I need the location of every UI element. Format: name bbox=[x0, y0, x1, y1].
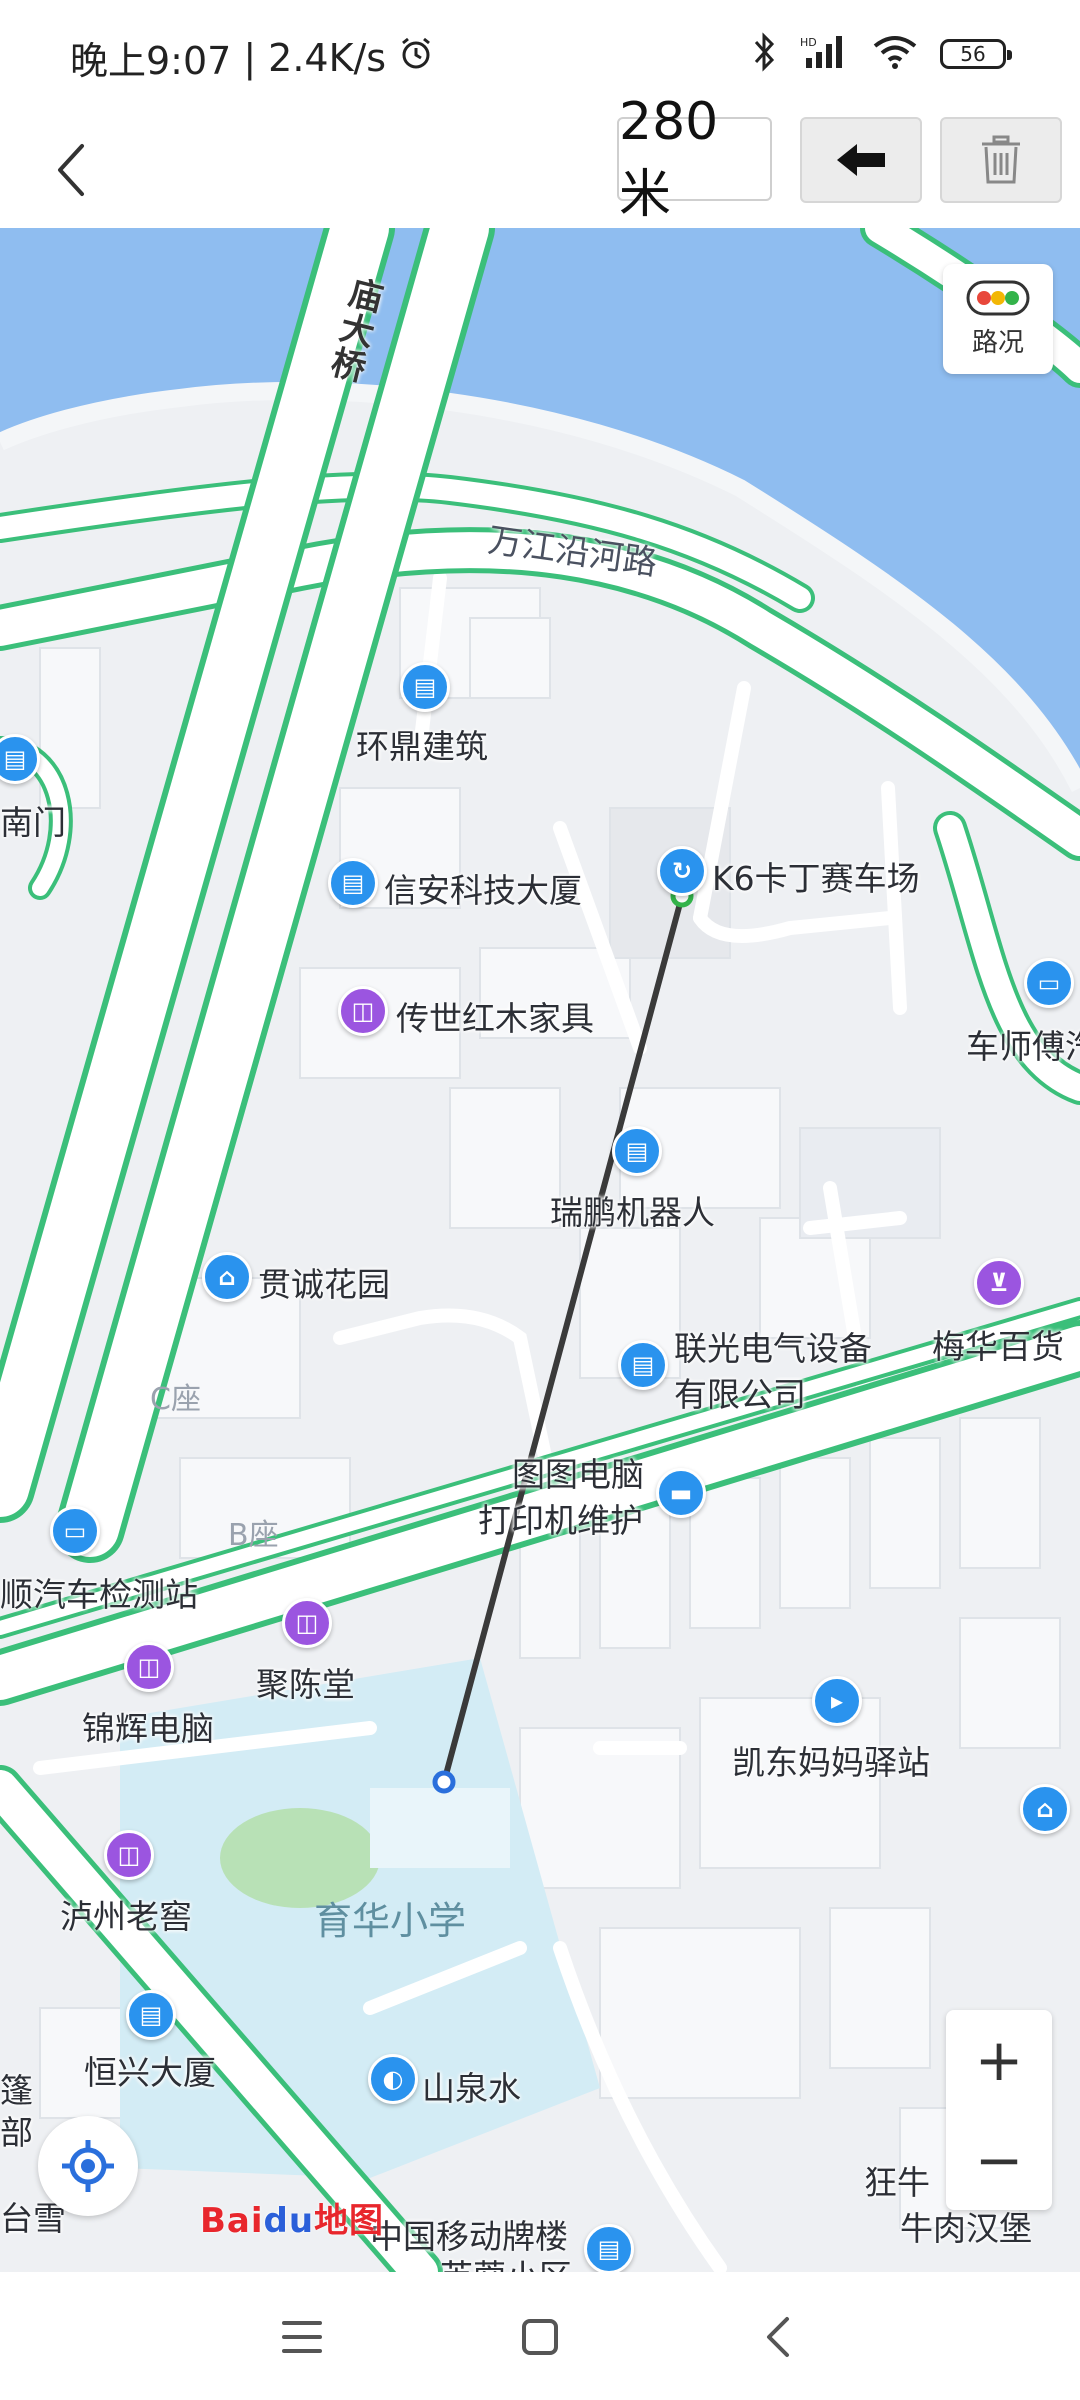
delivery-truck-icon[interactable]: ▸ bbox=[812, 1676, 862, 1726]
poi-label-juchen[interactable]: 聚陈堂 bbox=[256, 1658, 355, 1706]
menu-button[interactable] bbox=[262, 2302, 342, 2372]
shopping-bag-icon[interactable]: ◫ bbox=[104, 1830, 154, 1880]
zoom-in-button[interactable]: + bbox=[946, 2010, 1052, 2110]
poi-label-lianguang-1[interactable]: 联光电气设备 bbox=[674, 1322, 872, 1370]
bluetooth-icon bbox=[750, 32, 778, 76]
poi-label-bottom-cut: 芙蓉小区 bbox=[440, 2250, 572, 2272]
locate-target-icon bbox=[62, 2140, 114, 2192]
traffic-toggle-button[interactable]: 路况 bbox=[943, 264, 1053, 374]
poi-label-left-cut-2: 部 bbox=[0, 2113, 33, 2152]
logo-du: du bbox=[263, 2201, 315, 2241]
baidu-map-logo: Baidu地图 bbox=[200, 2193, 384, 2242]
undo-arrow-icon bbox=[837, 144, 885, 176]
building-icon[interactable]: ▤ bbox=[584, 2224, 634, 2272]
building-icon[interactable]: ▤ bbox=[126, 1990, 176, 2040]
school-label: 育华小学 bbox=[314, 1899, 467, 1943]
trash-icon bbox=[982, 135, 1020, 184]
poi-label-ruipeng[interactable]: 瑞鹏机器人 bbox=[550, 1186, 715, 1234]
status-separator: | bbox=[243, 35, 257, 80]
zone-label-b: B座 bbox=[228, 1518, 279, 1553]
building-icon[interactable]: ▤ bbox=[400, 662, 450, 712]
home-button[interactable] bbox=[500, 2302, 580, 2372]
house-icon[interactable]: ⌂ bbox=[202, 1252, 252, 1302]
poi-label-meihua[interactable]: 梅华百货 bbox=[932, 1320, 1064, 1368]
home-square-icon bbox=[522, 2319, 558, 2355]
poi-label-left-cut-1: 篷 bbox=[0, 2071, 33, 2110]
svg-text:HD: HD bbox=[800, 36, 817, 49]
poi-label-shanquan[interactable]: 山泉水 bbox=[422, 2062, 521, 2110]
poi-label-kaidong[interactable]: 凯东妈妈驿站 bbox=[732, 1736, 930, 1784]
shopping-bag-icon[interactable]: ◫ bbox=[338, 986, 388, 1036]
system-back-button[interactable] bbox=[738, 2302, 818, 2372]
building-icon[interactable]: ▤ bbox=[328, 858, 378, 908]
kart-icon[interactable]: ↻ bbox=[657, 846, 707, 896]
traffic-label: 路况 bbox=[971, 327, 1024, 358]
computer-repair-icon[interactable]: ▬ bbox=[656, 1468, 706, 1518]
logo-bai: Bai bbox=[200, 2201, 264, 2241]
poi-label-kuangniu-1[interactable]: 狂牛 bbox=[864, 2156, 930, 2204]
status-net-speed: 2.4K/s bbox=[268, 35, 387, 80]
poi-label-cheshi[interactable]: 车师傅汽 bbox=[966, 1020, 1080, 1068]
distance-display: 280米 bbox=[617, 92, 772, 225]
back-button[interactable] bbox=[32, 130, 112, 210]
poi-label-tutu-2[interactable]: 打印机维护 bbox=[478, 1494, 643, 1542]
battery-level: 56 bbox=[960, 42, 986, 66]
wifi-icon bbox=[872, 34, 918, 74]
poi-label-hengxing[interactable]: 恒兴大厦 bbox=[84, 2046, 216, 2094]
app-root: 晚上9:07 | 2.4K/s HD 56 280米 万江沿河路 庙大桥 C座 … bbox=[0, 0, 1080, 2400]
poi-label-nanmen[interactable]: 南门 bbox=[0, 796, 66, 844]
signal-icon: HD bbox=[800, 34, 850, 74]
poi-label-k6[interactable]: K6卡丁赛车场 bbox=[712, 852, 920, 900]
poi-label-huanding[interactable]: 环鼎建筑 bbox=[356, 720, 488, 768]
car-icon[interactable]: ▭ bbox=[50, 1506, 100, 1556]
poi-label-chuanshi[interactable]: 传世红木家具 bbox=[396, 992, 594, 1040]
status-time: 晚上9:07 bbox=[70, 39, 232, 83]
zone-label-c: C座 bbox=[150, 1382, 201, 1417]
system-nav-bar bbox=[0, 2272, 1080, 2400]
poi-label-shun[interactable]: 顺汽车检测站 bbox=[0, 1568, 198, 1616]
measure-toolbar: 280米 bbox=[0, 92, 1080, 228]
poi-label-tutu-1[interactable]: 图图电脑 bbox=[512, 1448, 644, 1496]
shopping-bag-icon[interactable]: ◫ bbox=[282, 1598, 332, 1648]
poi-label-guancheng[interactable]: 贯诚花园 bbox=[258, 1258, 390, 1306]
status-left: 晚上9:07 | 2.4K/s bbox=[70, 30, 434, 85]
house-icon[interactable]: ⌂ bbox=[1020, 1784, 1070, 1834]
back-triangle-icon bbox=[767, 2317, 789, 2357]
alarm-icon bbox=[398, 35, 434, 80]
logo-ditu: 地图 bbox=[314, 2201, 385, 2241]
undo-button[interactable] bbox=[800, 117, 922, 203]
poi-label-luzhou[interactable]: 泸州老窖 bbox=[60, 1890, 192, 1938]
zoom-out-button[interactable]: − bbox=[946, 2110, 1052, 2210]
building-icon[interactable]: ▤ bbox=[612, 1126, 662, 1176]
poi-label-jinhui[interactable]: 锦辉电脑 bbox=[82, 1702, 214, 1750]
measure-start-marker bbox=[432, 1770, 456, 1794]
car-icon[interactable]: ▭ bbox=[1024, 958, 1074, 1008]
shopping-cart-icon[interactable]: ⊻ bbox=[974, 1258, 1024, 1308]
status-right: HD 56 bbox=[750, 32, 1012, 76]
shopping-bag-icon[interactable]: ◫ bbox=[124, 1642, 174, 1692]
battery-icon: 56 bbox=[940, 39, 1012, 69]
water-drop-icon[interactable]: ◐ bbox=[368, 2054, 418, 2104]
status-bar: 晚上9:07 | 2.4K/s HD 56 bbox=[0, 0, 1080, 112]
locate-button[interactable] bbox=[38, 2116, 138, 2216]
back-chevron-icon bbox=[58, 144, 84, 196]
zoom-control: + − bbox=[946, 2010, 1052, 2210]
poi-label-lianguang-2[interactable]: 有限公司 bbox=[674, 1368, 806, 1416]
traffic-light-icon bbox=[966, 280, 1030, 315]
building-icon[interactable]: ▤ bbox=[618, 1340, 668, 1390]
poi-label-xinan[interactable]: 信安科技大厦 bbox=[384, 864, 582, 912]
menu-icon bbox=[282, 2321, 322, 2353]
map-view[interactable]: 万江沿河路 庙大桥 C座 B座 育华小学 ▤ 环鼎建筑 ▤ 信安科技大厦 ↻ K… bbox=[0, 228, 1080, 2272]
delete-button[interactable] bbox=[940, 117, 1062, 203]
